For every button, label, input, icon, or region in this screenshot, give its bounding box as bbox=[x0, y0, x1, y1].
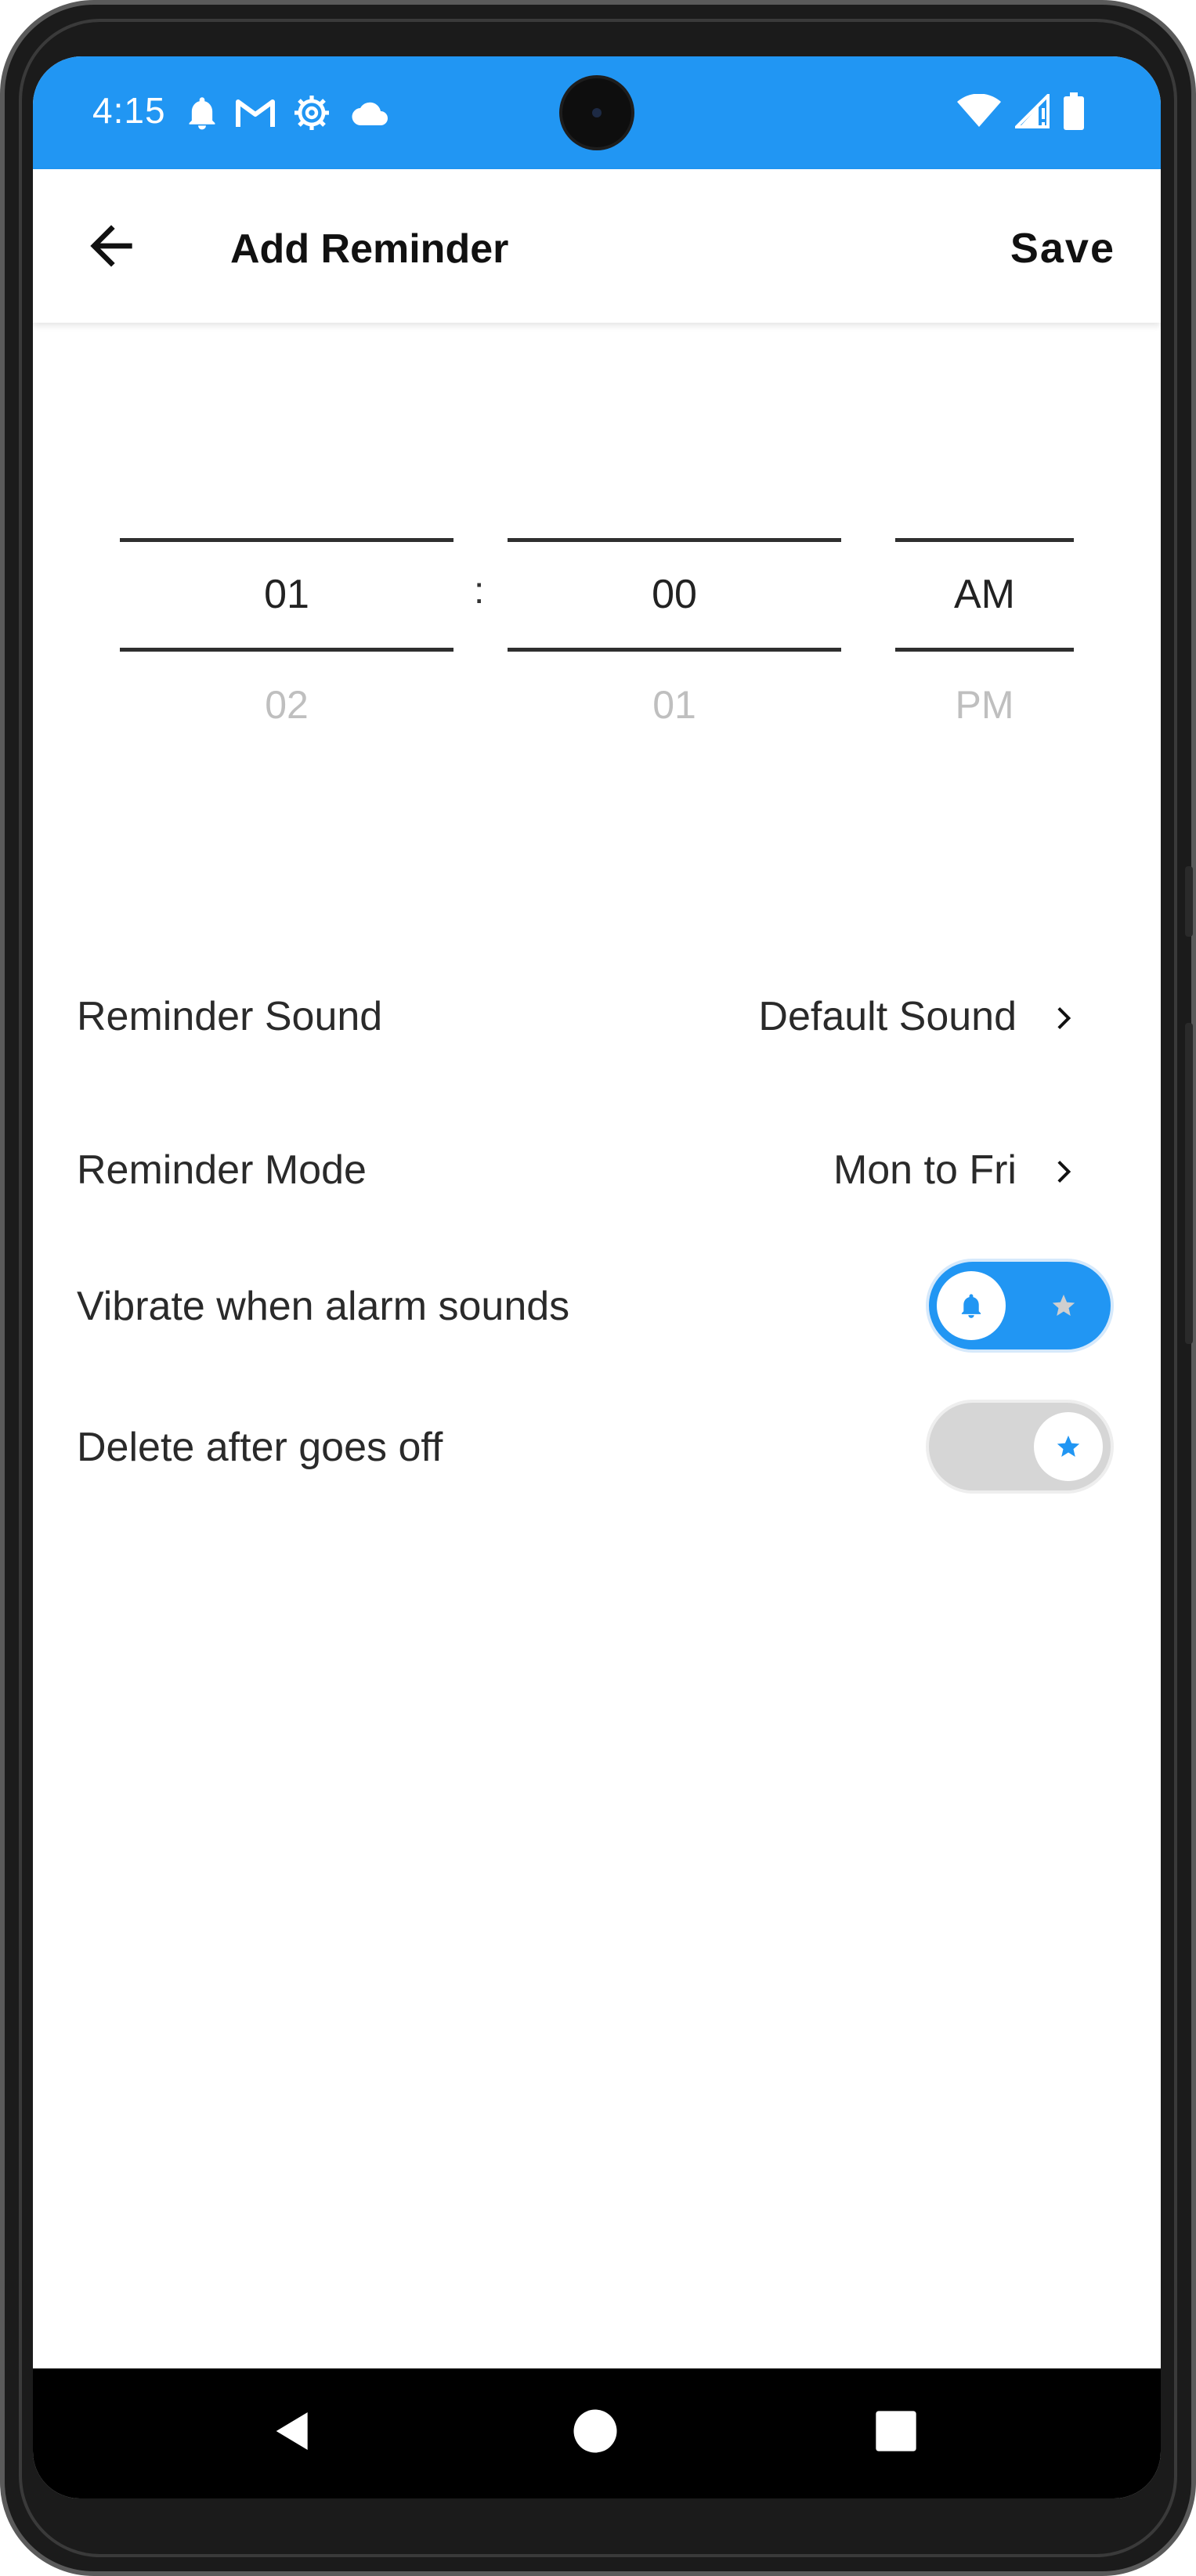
cloud-icon bbox=[348, 99, 388, 131]
save-button[interactable]: Save bbox=[1010, 224, 1115, 273]
bell-icon bbox=[961, 1294, 981, 1318]
hour-selected: 01 bbox=[264, 572, 309, 617]
reminder-sound-label: Reminder Sound bbox=[77, 994, 383, 1039]
minute-next: 01 bbox=[652, 683, 696, 727]
vibrate-row: Vibrate when alarm sounds bbox=[33, 1255, 1161, 1357]
home-circle-icon bbox=[573, 2409, 617, 2453]
page-title: Add Reminder bbox=[230, 226, 509, 272]
minute-picker-bottom-line bbox=[508, 648, 841, 652]
status-time: 4:15 bbox=[92, 90, 166, 131]
delete-after-label: Delete after goes off bbox=[77, 1425, 443, 1470]
wifi-icon bbox=[957, 93, 1001, 132]
power-button bbox=[1185, 866, 1193, 937]
nav-recents-button[interactable] bbox=[874, 2409, 918, 2457]
period-picker[interactable]: AM PM bbox=[895, 483, 1074, 750]
volume-button bbox=[1185, 1023, 1193, 1344]
arrow-back-icon bbox=[90, 225, 132, 267]
nav-home-button[interactable] bbox=[572, 2408, 619, 2459]
star-icon bbox=[1057, 1435, 1080, 1458]
screen: 4:15 Add Reminder Save 01 02: 00 01 AM … bbox=[33, 56, 1161, 2498]
battery-icon bbox=[1064, 92, 1084, 134]
gmail-icon bbox=[235, 97, 276, 132]
hour-next: 02 bbox=[265, 683, 309, 727]
reminder-mode-label: Reminder Mode bbox=[77, 1147, 367, 1193]
star-icon bbox=[1048, 1290, 1079, 1321]
vibrate-toggle[interactable] bbox=[926, 1259, 1114, 1353]
hour-picker-top-line bbox=[120, 538, 453, 542]
reminder-sound-value: Default Sound bbox=[758, 994, 1017, 1039]
reminder-mode-value: Mon to Fri bbox=[833, 1147, 1017, 1193]
time-separator: : bbox=[474, 570, 485, 612]
minute-picker[interactable]: 00 01 bbox=[508, 483, 841, 750]
settings-gear-icon bbox=[293, 94, 331, 135]
hour-picker[interactable]: 01 02 bbox=[120, 483, 453, 750]
app-bar: Add Reminder Save bbox=[33, 169, 1161, 323]
status-bar: 4:15 bbox=[33, 56, 1161, 169]
chevron-right-icon bbox=[1057, 1007, 1071, 1029]
period-picker-bottom-line bbox=[895, 648, 1074, 652]
vibrate-label: Vibrate when alarm sounds bbox=[77, 1284, 570, 1329]
front-camera bbox=[562, 78, 631, 147]
delete-after-toggle[interactable] bbox=[926, 1400, 1114, 1494]
toggle-knob bbox=[937, 1271, 1006, 1340]
nav-back-button[interactable] bbox=[268, 2406, 318, 2460]
status-icons-right bbox=[957, 92, 1084, 134]
minute-picker-top-line bbox=[508, 538, 841, 542]
recents-square-icon bbox=[876, 2411, 916, 2451]
notification-bell-icon bbox=[186, 95, 218, 135]
status-icons-left bbox=[186, 94, 388, 135]
period-selected: AM bbox=[954, 572, 1015, 617]
system-nav-bar bbox=[33, 2368, 1161, 2498]
cell-signal-icon bbox=[1013, 92, 1050, 132]
back-button[interactable] bbox=[80, 215, 143, 277]
back-triangle-icon bbox=[276, 2412, 308, 2450]
period-next: PM bbox=[955, 683, 1014, 727]
delete-after-row: Delete after goes off bbox=[33, 1396, 1161, 1498]
hour-picker-bottom-line bbox=[120, 648, 453, 652]
toggle-knob bbox=[1034, 1412, 1103, 1481]
period-picker-top-line bbox=[895, 538, 1074, 542]
reminder-sound-row[interactable]: Reminder Sound Default Sound bbox=[33, 957, 1161, 1075]
reminder-mode-row[interactable]: Reminder Mode Mon to Fri bbox=[33, 1111, 1161, 1228]
minute-selected: 00 bbox=[652, 572, 697, 617]
chevron-right-icon bbox=[1057, 1161, 1071, 1183]
